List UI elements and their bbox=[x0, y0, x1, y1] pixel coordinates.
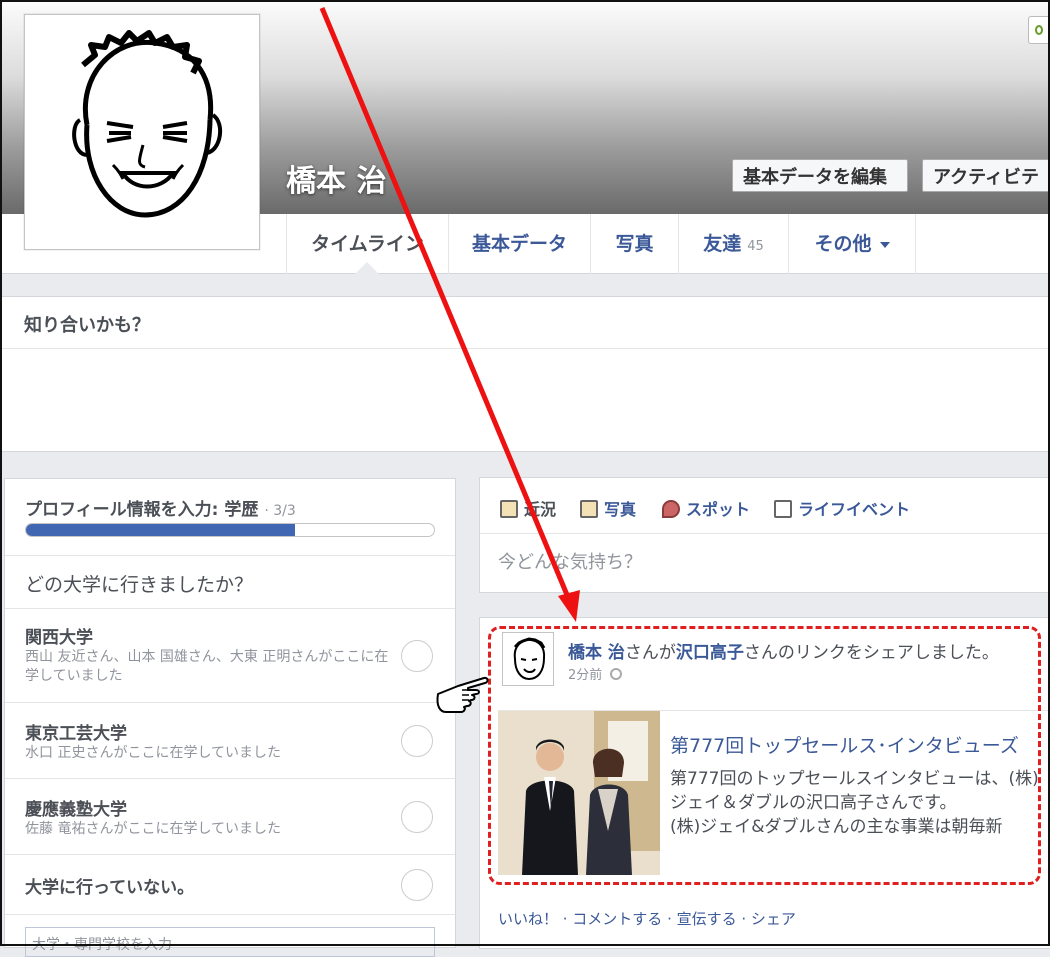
school-item-keio[interactable]: 慶應義塾大学 佐藤 竜祐さんがここに在学していました bbox=[5, 779, 455, 855]
timeline-post: 橋本 治さんが沢口高子さんのリンクをシェアしました。 2分前 第777回トップセ… bbox=[479, 617, 1050, 949]
pymk-title: 知り合いかも？ bbox=[2, 297, 1048, 349]
school-radio[interactable] bbox=[401, 639, 433, 672]
friends-count: 45 bbox=[747, 239, 764, 254]
photo-icon bbox=[580, 500, 598, 518]
active-tab-notch bbox=[355, 262, 379, 274]
tab-photos[interactable]: 写真 bbox=[590, 214, 678, 274]
shared-from-link[interactable]: 沢口高子 bbox=[676, 643, 744, 663]
school-name: 大学に行っていない。 bbox=[25, 878, 195, 898]
school-item-none[interactable]: 大学に行っていない。 bbox=[5, 855, 455, 915]
school-item-kogei[interactable]: 東京工芸大学 水口 正史さんがここに在学していました bbox=[5, 703, 455, 779]
post-actions[interactable]: いいね！ · コメントする · 宣伝する · シェア bbox=[498, 908, 796, 929]
leaf-icon bbox=[1035, 25, 1043, 35]
post-header: 橋本 治さんが沢口高子さんのリンクをシェアしました。 bbox=[568, 643, 999, 663]
post-author-link[interactable]: 橋本 治 bbox=[568, 643, 625, 663]
link-thumbnail[interactable] bbox=[498, 711, 660, 875]
edit-profile-button[interactable]: 基本データを編集 bbox=[732, 159, 908, 192]
composer-photo[interactable]: 写真 bbox=[580, 496, 636, 520]
profile-info-title: プロフィール情報を入力: 学歴 bbox=[25, 500, 259, 520]
profile-name: 橋本 治 bbox=[286, 164, 387, 199]
school-desc: 西山 友近さん、山本 国雄さん、大東 正明さんがここに在学していました bbox=[25, 649, 389, 684]
school-name: 関西大学 bbox=[25, 628, 93, 648]
progress-text: · 3/3 bbox=[264, 503, 296, 519]
school-radio[interactable] bbox=[401, 724, 433, 757]
progress-fill bbox=[26, 524, 296, 536]
tab-friends[interactable]: 友達 45 bbox=[678, 214, 788, 274]
school-radio[interactable] bbox=[401, 800, 433, 833]
school-name: 慶應義塾大学 bbox=[25, 800, 127, 820]
profile-picture[interactable] bbox=[24, 14, 260, 250]
top-right-button[interactable] bbox=[1028, 16, 1048, 44]
tab-more[interactable]: その他 bbox=[788, 214, 916, 274]
link-description: 第777回のトップセールスインタビューは、(株) ジェイ＆ダブルの沢口高子さんで… bbox=[670, 769, 1039, 837]
school-radio[interactable] bbox=[401, 868, 433, 901]
school-desc: 水口 正史さんがここに在学していました bbox=[25, 745, 282, 761]
school-name: 東京工芸大学 bbox=[25, 724, 127, 744]
tab-about[interactable]: 基本データ bbox=[448, 214, 590, 274]
status-icon bbox=[500, 500, 518, 518]
link-title[interactable]: 第777回トップセールス･インタビューズ bbox=[670, 731, 1019, 758]
school-item-kansai[interactable]: 関西大学 西山 友近さん、山本 国雄さん、大東 正明さんがここに在学していました bbox=[5, 609, 455, 703]
face-drawing bbox=[72, 30, 223, 218]
place-pin-icon bbox=[662, 500, 680, 518]
post-author-avatar[interactable] bbox=[502, 632, 554, 686]
chevron-down-icon bbox=[879, 241, 890, 248]
composer-status[interactable]: 近況 bbox=[500, 496, 556, 520]
school-input[interactable]: 大学・専門学校を入力 bbox=[25, 927, 435, 957]
activity-log-button[interactable]: アクティビテ bbox=[922, 159, 1050, 192]
pointing-hand-icon bbox=[436, 676, 489, 713]
face-thumb bbox=[513, 637, 546, 681]
life-event-book-icon bbox=[774, 500, 792, 518]
composer-place[interactable]: スポット bbox=[662, 496, 750, 520]
profile-info-card: プロフィール情報を入力: 学歴 · 3/3 どの大学に行きましたか？ 関西大学 … bbox=[4, 478, 456, 957]
globe-icon bbox=[610, 668, 623, 680]
school-desc: 佐藤 竜祐さんがここに在学していました bbox=[25, 821, 282, 837]
question-text: どの大学に行きましたか？ bbox=[5, 555, 455, 609]
progress-bar bbox=[25, 523, 435, 537]
shared-link-card[interactable]: 第777回トップセールス･インタビューズ 第777回のトップセールスインタビュー… bbox=[498, 710, 1050, 875]
post-time[interactable]: 2分前 bbox=[568, 664, 623, 683]
composer-input[interactable]: 今どんな気持ち？ bbox=[480, 534, 1050, 574]
people-you-may-know: 知り合いかも？ bbox=[2, 296, 1048, 452]
two-people-photo bbox=[498, 711, 660, 875]
composer-life-event[interactable]: ライフイベント bbox=[774, 496, 910, 520]
status-composer: 近況 写真 スポット ライフイベント 今どんな気持ち？ bbox=[479, 477, 1050, 593]
